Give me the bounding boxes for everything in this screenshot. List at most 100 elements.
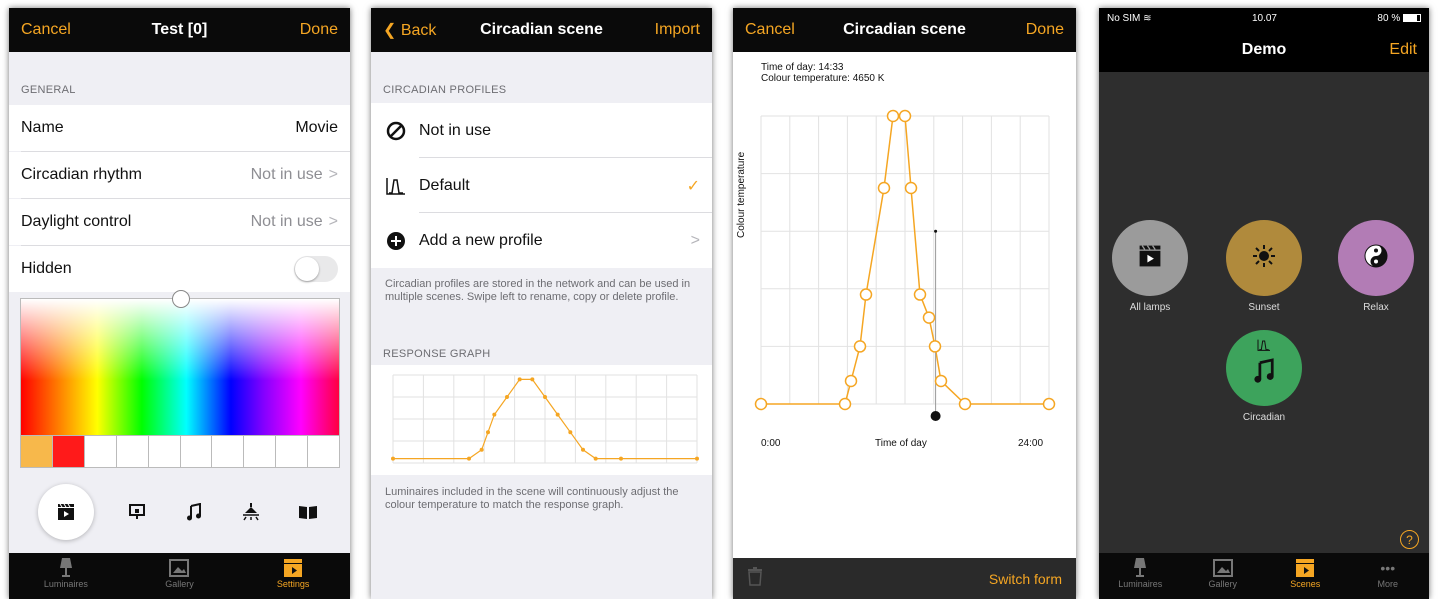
cancel-button[interactable]: Cancel: [21, 21, 71, 39]
status-bar: No SIM ≋ 10.07 80 %: [1099, 8, 1429, 28]
data-point: [543, 395, 547, 399]
swatch-empty[interactable]: [244, 435, 277, 467]
circadian-rhythm-value: Not in use: [250, 166, 323, 183]
tab-scenes[interactable]: Scenes: [1275, 557, 1335, 589]
color-picker[interactable]: [20, 290, 340, 468]
nav-bar: Cancel Circadian scene Done: [733, 8, 1076, 52]
data-point: [928, 340, 942, 353]
data-point: [913, 288, 927, 301]
name-value: Movie: [295, 119, 338, 136]
profile-row-default[interactable]: Default ✓: [371, 158, 712, 213]
music-note-icon[interactable]: [180, 498, 208, 526]
data-point: [619, 456, 623, 461]
scene-icon-picker: [9, 482, 350, 542]
more-dots-icon: •••: [1380, 560, 1396, 576]
swatch-red[interactable]: [52, 435, 85, 467]
time-cursor-handle: [930, 411, 941, 421]
sun-icon: [1251, 243, 1277, 274]
color-picker-handle[interactable]: [172, 290, 190, 308]
cancel-button[interactable]: Cancel: [745, 21, 795, 39]
swatch-empty[interactable]: [276, 435, 309, 467]
tab-gallery[interactable]: Gallery: [1193, 557, 1253, 589]
icon-option-selected[interactable]: [37, 484, 94, 540]
data-point: [844, 374, 858, 388]
section-header-general: GENERAL: [21, 84, 76, 96]
tab-settings[interactable]: Settings: [263, 557, 323, 589]
scene-button[interactable]: [1112, 220, 1188, 296]
hidden-row: Hidden: [9, 246, 350, 292]
data-point: [754, 397, 768, 411]
tab-luminaires[interactable]: Luminaires: [36, 557, 96, 589]
tab-luminaires[interactable]: Luminaires: [1110, 557, 1170, 589]
x-axis-label: Time of day: [875, 438, 927, 449]
scene-all-lamps[interactable]: All lamps: [1109, 220, 1191, 313]
profile-row-not-in-use[interactable]: Not in use: [371, 103, 712, 158]
circadian-rhythm-label: Circadian rhythm: [21, 166, 142, 183]
swatch-empty[interactable]: [84, 435, 117, 467]
data-point: [853, 340, 867, 353]
data-point: [568, 430, 573, 435]
data-point: [898, 109, 912, 123]
scene-button[interactable]: [1226, 330, 1302, 406]
x-axis-end-label: 24:00: [1018, 438, 1044, 449]
switch-form-button[interactable]: Switch form: [989, 571, 1062, 587]
data-point: [838, 397, 852, 411]
swatch-empty[interactable]: [116, 435, 149, 467]
tab-gallery[interactable]: Gallery: [149, 557, 209, 589]
projector-screen-icon[interactable]: [123, 498, 151, 526]
lamp-icon: [55, 557, 77, 579]
tab-more[interactable]: ••• More: [1358, 557, 1418, 589]
profiles-help-text: Circadian profiles are stored in the net…: [385, 278, 691, 303]
swatch-empty[interactable]: [212, 435, 245, 467]
scene-sunset[interactable]: Sunset: [1223, 220, 1305, 313]
graph-help-text: Luminaires included in the scene will co…: [385, 486, 679, 511]
swatch-selected[interactable]: [21, 435, 53, 467]
scenes-screen: No SIM ≋ 10.07 80 % Demo Edit All lamps …: [1099, 8, 1429, 599]
scene-relax[interactable]: Relax: [1335, 220, 1417, 313]
data-point: [877, 181, 891, 195]
daylight-control-row[interactable]: Daylight control Not in use >: [9, 199, 350, 245]
data-point: [505, 395, 509, 399]
scene-button[interactable]: [1226, 220, 1302, 296]
done-button[interactable]: Done: [300, 21, 338, 39]
response-graph-editor[interactable]: [733, 104, 1076, 444]
back-button[interactable]: ❮ Back: [383, 20, 436, 40]
data-point: [492, 412, 497, 417]
data-point: [958, 397, 972, 411]
scene-label: Relax: [1363, 302, 1389, 313]
clapperboard-icon: [1137, 243, 1163, 274]
tab-label: Gallery: [165, 579, 194, 589]
tab-label: Luminaires: [43, 579, 88, 589]
done-button[interactable]: Done: [1026, 21, 1064, 39]
swatch-empty[interactable]: [308, 435, 340, 467]
pendant-lamp-icon[interactable]: [237, 498, 265, 526]
swatch-empty[interactable]: [148, 435, 181, 467]
trash-icon[interactable]: [747, 566, 763, 591]
swatch-empty[interactable]: [180, 435, 213, 467]
name-row[interactable]: Name Movie: [9, 105, 350, 151]
picture-icon: [168, 557, 190, 579]
profile-label: Add a new profile: [419, 231, 543, 249]
book-icon[interactable]: [294, 498, 322, 526]
clapperboard-icon: [1294, 557, 1316, 579]
circadian-rhythm-row[interactable]: Circadian rhythm Not in use >: [9, 152, 350, 198]
hidden-toggle[interactable]: [294, 256, 338, 282]
time-readout: Time of day: 14:33: [761, 62, 844, 73]
tab-label: Gallery: [1208, 579, 1237, 589]
plus-circle-icon: [385, 230, 407, 252]
tab-label: More: [1377, 579, 1398, 589]
picture-icon: [1212, 557, 1234, 579]
scene-circadian[interactable]: Circadian: [1223, 330, 1305, 423]
data-point: [467, 456, 471, 461]
data-point: [479, 447, 484, 452]
scene-label: Circadian: [1242, 412, 1286, 423]
data-point: [517, 377, 522, 382]
edit-button[interactable]: Edit: [1389, 41, 1417, 59]
help-button[interactable]: ?: [1400, 530, 1419, 549]
import-button[interactable]: Import: [655, 21, 700, 39]
scene-button[interactable]: [1338, 220, 1414, 296]
profile-row-add[interactable]: Add a new profile >: [371, 213, 712, 268]
color-field[interactable]: [21, 299, 339, 435]
chevron-right-icon: >: [328, 166, 338, 183]
response-graph: [391, 374, 699, 464]
